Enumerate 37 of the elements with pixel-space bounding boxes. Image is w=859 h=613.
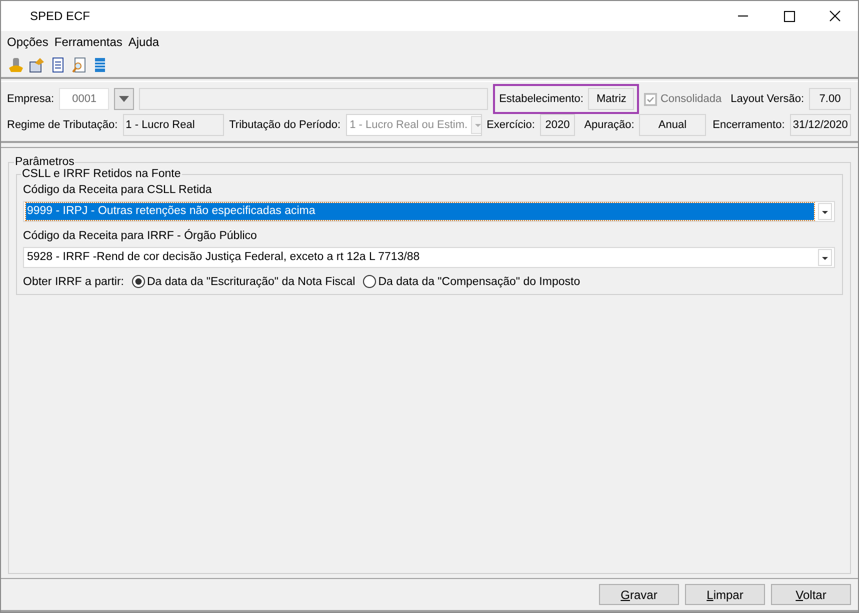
field-label: Tributação do Período: — [229, 119, 341, 131]
document-icon[interactable] — [50, 57, 66, 73]
fiscal-year-field: 2020 — [540, 114, 576, 136]
action-button[interactable]: Limpar — [685, 584, 765, 605]
menu-item[interactable]: Ajuda — [125, 35, 162, 49]
caret-icon — [119, 96, 130, 102]
table-icon[interactable] — [92, 57, 108, 73]
action-button[interactable]: Voltar — [771, 584, 851, 605]
revenue-code-select[interactable]: 5928 - IRRF -Rend de cor decisão Justiça Federal, exceto a rt 12a L 7713/88 — [23, 247, 835, 268]
field-label: Código da Receita para CSLL Retida — [23, 184, 213, 196]
field-label: Regime de Tributação: — [7, 119, 118, 131]
field-label: Exercício: — [486, 119, 535, 131]
establishment-field: Matriz — [588, 88, 634, 110]
company-code-field[interactable]: 0001 — [59, 88, 110, 110]
menu-item[interactable]: Ferramentas — [51, 35, 126, 49]
radio-option[interactable]: Da data da "Escrituração" da Nota Fiscal — [132, 275, 356, 288]
action-button[interactable]: Gravar — [599, 584, 679, 605]
field-label: Apuração: — [584, 119, 634, 131]
menu-item[interactable]: Opções — [4, 35, 52, 49]
revenue-code-select[interactable]: 9999 - IRPJ - Outras retenções não especificadas acima — [23, 201, 835, 222]
document-arrow-icon[interactable] — [29, 57, 45, 73]
tax-regime-field: 1 - Lucro Real — [122, 114, 224, 136]
field-label: Encerramento: — [712, 119, 785, 131]
field-label: Código da Receita para IRRF - Órgão Público — [23, 230, 258, 242]
field-label: Empresa: — [7, 93, 54, 105]
section-title: Parâmetros — [14, 156, 76, 168]
window-title: SPED ECF — [30, 9, 92, 23]
layout-version-field: 7.00 — [809, 88, 851, 110]
radio-group-label: Obter IRRF a partir: — [23, 276, 124, 288]
field-label: Layout Versão: — [730, 93, 804, 105]
preview-icon[interactable] — [71, 57, 87, 73]
field-label: Estabelecimento: — [499, 93, 584, 105]
radio-option[interactable]: Da data da "Compensação" do Imposto — [363, 275, 580, 288]
dropdown-button[interactable] — [114, 88, 134, 110]
group-title: CSLL e IRRF Retidos na Fonte — [21, 168, 182, 180]
closing-date-field: 31/12/2020 — [790, 114, 851, 136]
assessment-field: Anual — [639, 114, 706, 136]
